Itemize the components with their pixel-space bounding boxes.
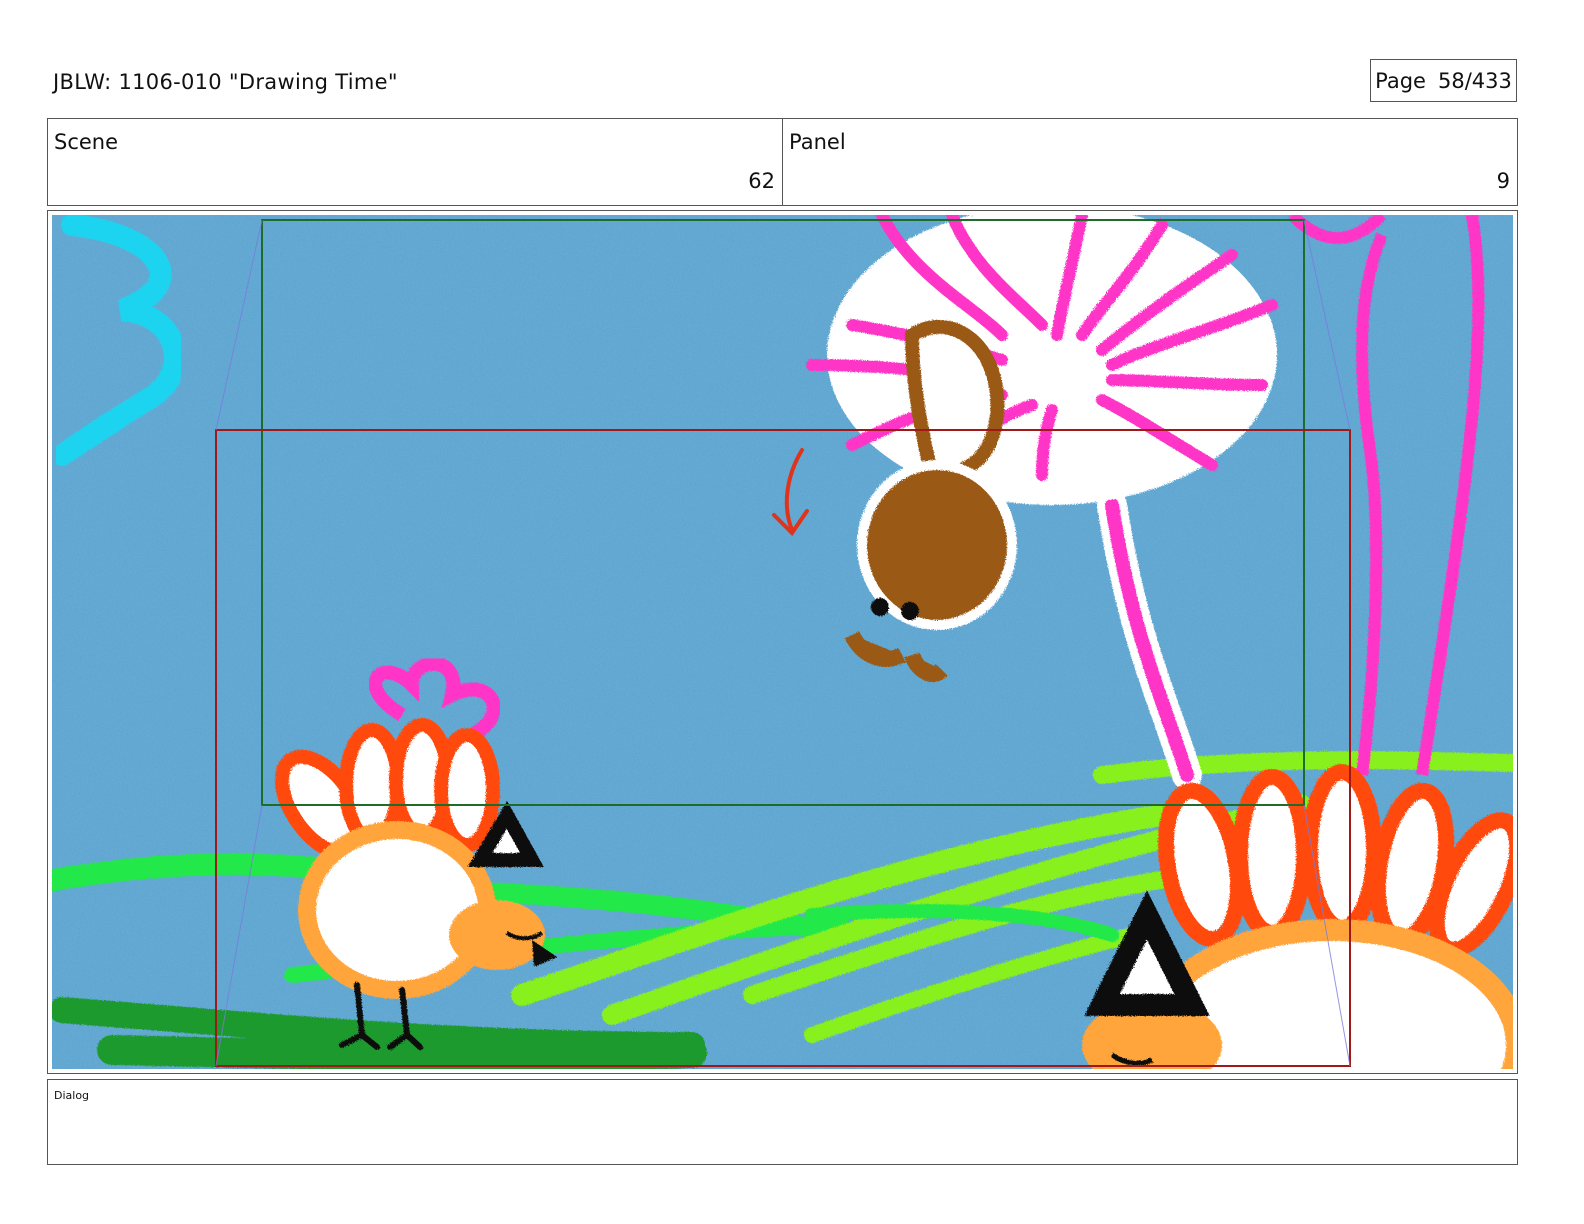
scene-cell: Scene 62 [48, 119, 782, 205]
page-indicator: Page 58/433 [1370, 59, 1517, 102]
dialog-box: Dialog [47, 1079, 1518, 1165]
panel-number: 9 [1496, 169, 1510, 193]
page-label: Page [1375, 68, 1426, 93]
scene-number: 62 [748, 169, 775, 193]
panel-artwork [52, 215, 1513, 1069]
scene-label: Scene [54, 130, 119, 154]
panel-cell: Panel 9 [782, 119, 1517, 205]
page-number: 58/433 [1437, 68, 1512, 93]
storyboard-panel [47, 210, 1518, 1074]
scene-panel-info: Scene 62 Panel 9 [47, 118, 1518, 206]
storyboard-title: JBLW: 1106-010 "Drawing Time" [53, 70, 398, 94]
panel-label: Panel [789, 130, 846, 154]
dialog-label: Dialog [54, 1089, 90, 1102]
